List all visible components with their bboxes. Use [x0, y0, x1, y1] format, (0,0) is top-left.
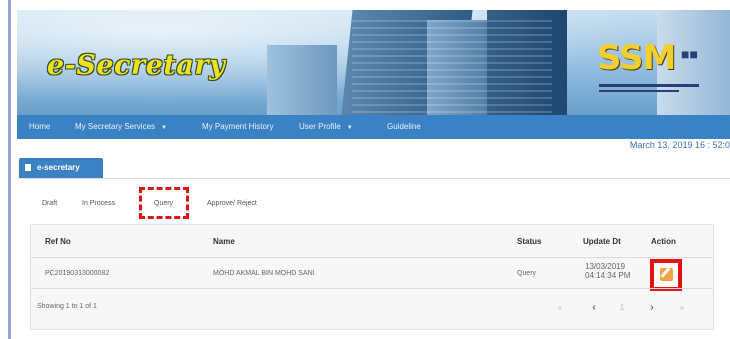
- app-logo[interactable]: e-Secretary: [47, 50, 225, 81]
- column-header-name[interactable]: Name: [213, 237, 235, 246]
- chevron-down-icon: ▼: [346, 125, 353, 131]
- current-datetime: March 13, 2019 16 : 52:0: [629, 140, 730, 150]
- nav-item-my-secretary-services[interactable]: My Secretary Services ▼: [75, 115, 167, 139]
- pagination-next-button[interactable]: ›: [641, 297, 663, 319]
- cell-update-time: 04:14:34 PM: [585, 271, 631, 280]
- table-divider: [31, 257, 713, 258]
- column-header-update-dt[interactable]: Update Dt: [583, 237, 621, 246]
- pagination-first-button[interactable]: «: [549, 297, 571, 319]
- cell-name: MOHD AKMAL BIN MOHD SANI: [213, 270, 315, 277]
- edit-action-button[interactable]: [650, 259, 682, 291]
- table-info: Showing 1 to 1 of 1: [37, 303, 97, 310]
- query-tab-highlight: [139, 187, 189, 219]
- header-banner: e-Secretary SSM ■■: [17, 10, 730, 115]
- tab-in-process[interactable]: In Process: [82, 200, 115, 207]
- panel-tab-e-secretary[interactable]: e-secretary: [19, 158, 103, 178]
- ssm-logo-mark: ■■: [681, 46, 698, 62]
- cell-update-date: 13/03/2019: [585, 262, 626, 271]
- ssm-tagline-line: [599, 90, 679, 92]
- pagination-page-1[interactable]: 1: [611, 297, 633, 319]
- panel-tab-label: e-secretary: [37, 163, 80, 172]
- cell-update-dt: 13/03/2019 04:14:34 PM: [585, 262, 630, 280]
- nav-item-user-profile[interactable]: User Profile ▼: [299, 115, 353, 139]
- page-left-border: [8, 0, 11, 339]
- nav-item-my-payment-history[interactable]: My Payment History: [202, 115, 274, 139]
- edit-icon: [660, 268, 673, 281]
- tab-approve-reject[interactable]: Approve/ Reject: [207, 200, 257, 207]
- cell-status: Query: [517, 270, 537, 277]
- nav-item-guideline[interactable]: Guideline: [387, 115, 421, 139]
- ssm-logo-text: SSM: [597, 38, 676, 78]
- column-header-ref-no[interactable]: Ref No: [45, 237, 71, 246]
- ssm-tagline-line: [599, 84, 699, 87]
- table-divider: [31, 288, 713, 289]
- results-table: Ref No Name Status Update Dt Action PC20…: [30, 224, 714, 330]
- main-navbar: Home My Secretary Services ▼ My Payment H…: [17, 115, 730, 139]
- chevron-down-icon: ▼: [161, 125, 167, 131]
- bookmark-icon: [25, 164, 31, 171]
- banner-building: [267, 45, 337, 115]
- cell-ref-no: PC20190313000082: [45, 270, 110, 277]
- ssm-logo: SSM ■■: [589, 36, 707, 102]
- nav-item-home[interactable]: Home: [29, 115, 50, 139]
- pagination-prev-button[interactable]: ‹: [583, 297, 605, 319]
- pagination-last-button[interactable]: »: [671, 297, 693, 319]
- column-header-action: Action: [651, 237, 676, 246]
- panel-divider: [17, 178, 730, 179]
- tab-draft[interactable]: Draft: [42, 200, 57, 207]
- column-header-status[interactable]: Status: [517, 237, 541, 246]
- banner-window-stripes: [352, 20, 552, 115]
